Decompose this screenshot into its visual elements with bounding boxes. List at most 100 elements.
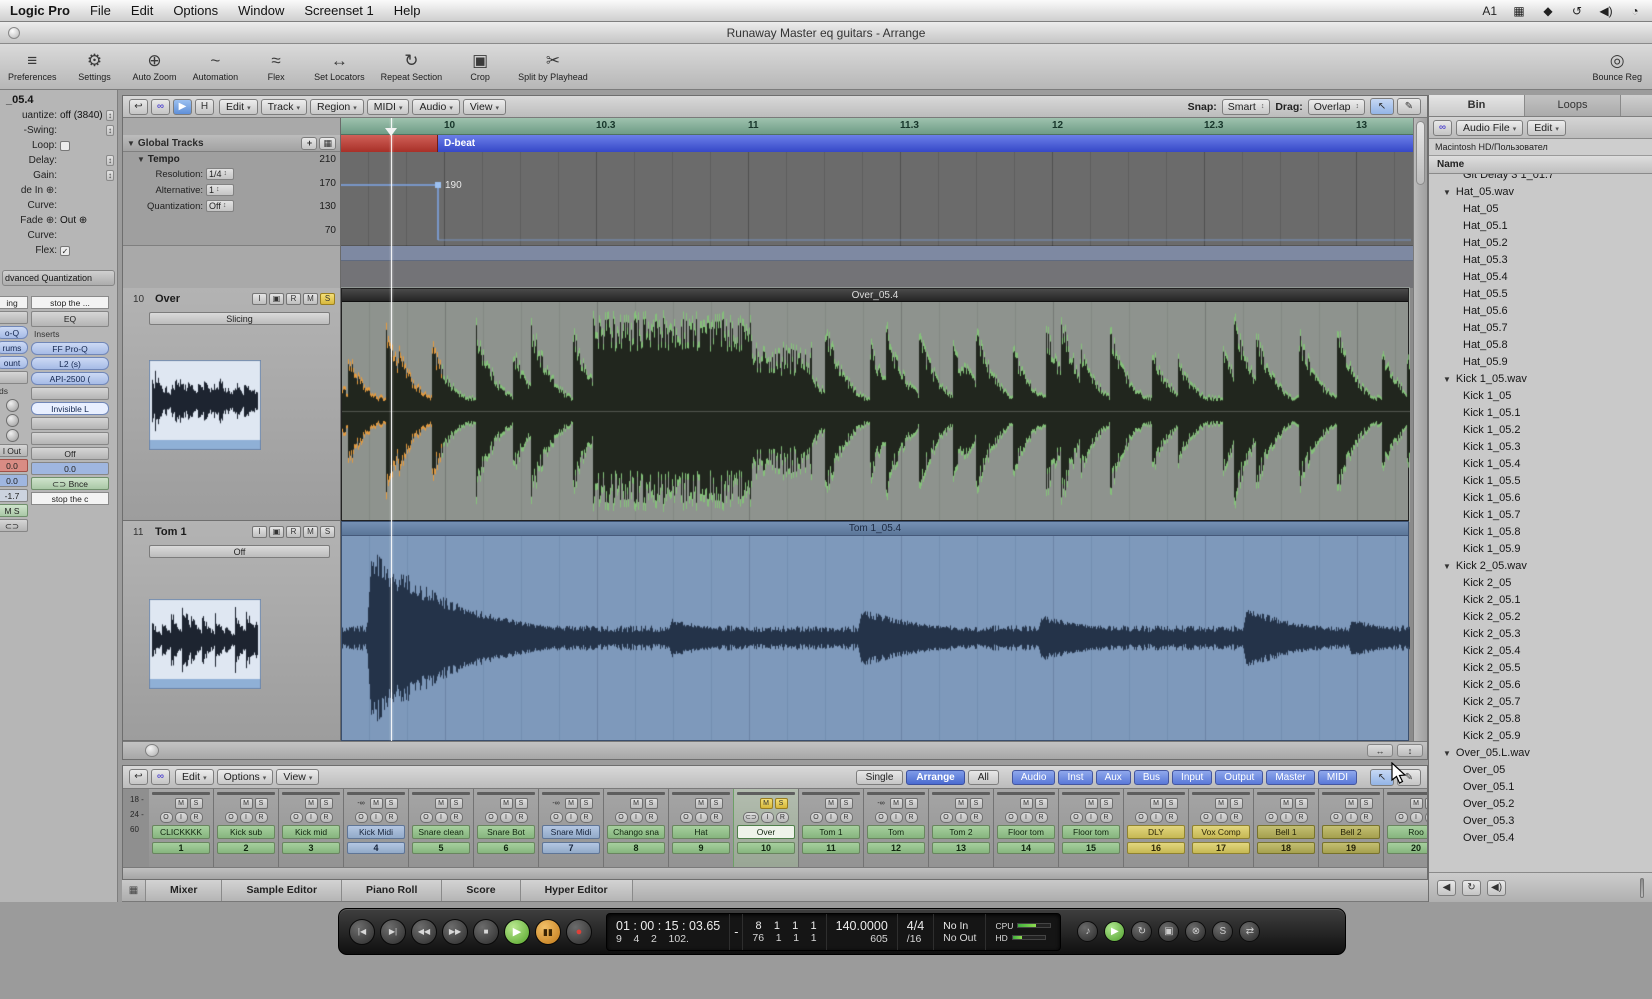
format-button[interactable]: O — [484, 811, 498, 823]
toolbar-button-automation[interactable]: ~ Automation — [193, 51, 239, 82]
go-to-end-button[interactable]: ▶| — [380, 918, 406, 945]
bin-file-row[interactable]: Hat_05.9 — [1429, 354, 1652, 371]
mixer-channel-snare-midi-7[interactable]: -∞ M S O I R Snare Midi 7 — [539, 789, 604, 867]
disclosure-triangle-icon[interactable]: ▼ — [1443, 558, 1451, 575]
window-close-button[interactable] — [8, 27, 20, 39]
bin-file-row[interactable]: Kick 2_05.5 — [1429, 660, 1652, 677]
bin-file-row[interactable]: Hat_05.2 — [1429, 235, 1652, 252]
bin-volume-slider[interactable] — [1640, 877, 1644, 898]
mixer-filter-audio[interactable]: Audio — [1011, 769, 1056, 785]
tempo-track-title[interactable]: ▼ Tempo — [123, 152, 340, 166]
format-button[interactable]: O — [159, 811, 173, 823]
bin-file-row[interactable]: Kick 1_05.7 — [1429, 507, 1652, 524]
input-monitor-button[interactable]: I — [889, 811, 903, 823]
solo-button[interactable]: S — [1164, 797, 1178, 809]
input-monitor-button[interactable]: I — [174, 811, 188, 823]
solo-button[interactable]: S — [1034, 797, 1048, 809]
mute-button[interactable]: M — [1344, 797, 1358, 809]
bin-file-row[interactable]: Kick 1_05.1 — [1429, 405, 1652, 422]
format-button[interactable]: O — [289, 811, 303, 823]
format-button[interactable]: O — [614, 811, 628, 823]
tempo-track-lane[interactable]: 190 — [341, 152, 1413, 246]
record-enable-button[interactable]: R — [579, 811, 593, 823]
flex-mode-select[interactable]: Slicing — [149, 312, 330, 325]
mute-button[interactable]: M — [1019, 797, 1033, 809]
disclosure-triangle-icon[interactable]: ▼ — [1443, 371, 1451, 388]
playhead[interactable] — [391, 118, 392, 741]
strip-m-s[interactable]: M S — [0, 504, 28, 517]
strip-box[interactable] — [0, 311, 28, 324]
tempo-param-value[interactable]: 1 ↕ — [206, 184, 234, 196]
marker-d-beat[interactable]: D-beat — [438, 135, 1413, 152]
record-enable-button[interactable]: R — [709, 811, 723, 823]
bin-file-row[interactable]: ▼ Over_05.L.wav — [1429, 745, 1652, 762]
mute-button[interactable]: M — [1084, 797, 1098, 809]
mute-button[interactable]: M — [1149, 797, 1163, 809]
time-machine-icon[interactable]: ↺ — [1570, 4, 1584, 18]
mixer-channel-kick-sub-2[interactable]: M S O I R Kick sub 2 — [214, 789, 279, 867]
strip-bnce[interactable]: ⊂⊃ Bnce — [31, 477, 109, 490]
record-enable-button[interactable]: R — [904, 811, 918, 823]
mixer-filter-bus[interactable]: Bus — [1133, 769, 1170, 785]
menu-item-file[interactable]: File — [90, 3, 111, 18]
mixer-channel-over-10[interactable]: M S ⊂⊃ I R Over 10 — [733, 789, 800, 867]
toolbar-button-settings[interactable]: ⚙ Settings — [73, 51, 117, 82]
bin-file-row[interactable]: Kick 1_05.4 — [1429, 456, 1652, 473]
bin-file-row[interactable]: ▼ Hat_05.wav — [1429, 184, 1652, 201]
secondary-tool-button[interactable]: ✎ — [1397, 98, 1421, 115]
signature-display[interactable]: 4/4 /16 — [898, 913, 935, 950]
input-monitor-button[interactable]: I — [1149, 811, 1163, 823]
link-icon[interactable]: ∞ — [1433, 119, 1452, 136]
clock-icon[interactable]: ◔ — [1628, 4, 1642, 18]
format-button[interactable]: ⊂⊃ — [743, 811, 759, 823]
input-monitor-button[interactable]: I — [694, 811, 708, 823]
bin-file-row[interactable]: Hat_05.3 — [1429, 252, 1652, 269]
global-tracks-header[interactable]: ▼ Global Tracks + ▦ — [123, 135, 340, 152]
bin-file-row[interactable]: Kick 2_05.2 — [1429, 609, 1652, 626]
format-button[interactable]: O — [1394, 811, 1408, 823]
tab-sample-editor[interactable]: Sample Editor — [222, 880, 343, 901]
disclosure-triangle-icon[interactable]: ▼ — [1443, 184, 1451, 201]
strip-knob[interactable] — [5, 414, 19, 427]
strip-box[interactable] — [31, 432, 109, 445]
record-enable-button[interactable]: R — [384, 811, 398, 823]
mixer-channel-floor-tom-14[interactable]: M S O I R Floor tom 14 — [994, 789, 1059, 867]
bin-file-row[interactable]: Over_05 — [1429, 762, 1652, 779]
bin-file-list[interactable]: Git Delay 3 1_01.7 ▼ Hat_05.wav Hat_05 Hat_0… — [1429, 174, 1652, 872]
mixer-view-single[interactable]: Single — [855, 769, 904, 785]
bin-file-row[interactable]: Kick 2_05.4 — [1429, 643, 1652, 660]
strip-invisible-l[interactable]: Invisible L — [31, 402, 109, 415]
input-monitor-button[interactable]: I — [954, 811, 968, 823]
mixer-view-arrange[interactable]: Arrange — [906, 769, 965, 785]
mixer-scrollbar[interactable] — [123, 867, 1427, 879]
solo-button[interactable]: S — [709, 797, 723, 809]
stepper-icon[interactable]: ↕ — [106, 155, 114, 166]
tab-score[interactable]: Score — [442, 880, 521, 901]
record-button[interactable]: ● — [566, 918, 592, 945]
input-monitor-button[interactable]: I — [760, 811, 774, 823]
flex-mode-select[interactable]: Off — [149, 545, 330, 558]
bin-file-row[interactable]: Hat_05.6 — [1429, 303, 1652, 320]
input-monitor-button[interactable]: I — [369, 811, 383, 823]
mixer-channel-vox-comp-17[interactable]: M S O I R Vox Comp 17 — [1189, 789, 1254, 867]
format-button[interactable]: O — [354, 811, 368, 823]
solo-button[interactable]: S — [969, 797, 983, 809]
input-monitor-button[interactable]: I — [434, 811, 448, 823]
solo-button[interactable]: S — [644, 797, 658, 809]
snap-select[interactable]: Smart ↕ — [1221, 98, 1271, 115]
mute-button[interactable]: M — [239, 797, 253, 809]
solo-button[interactable]: S — [384, 797, 398, 809]
arrange-menu-edit[interactable]: Edit ▾ — [219, 98, 258, 115]
record-enable-button[interactable]: R — [1164, 811, 1178, 823]
strip-eq[interactable]: EQ — [31, 311, 109, 327]
input-monitor-button[interactable]: I — [629, 811, 643, 823]
record-enable-button[interactable]: R — [839, 811, 853, 823]
mixer-channel-bell-2-19[interactable]: M S O I R Bell 2 19 — [1319, 789, 1384, 867]
prev-button-icon[interactable]: ◀ — [1437, 879, 1456, 896]
mixer-channel-snare-bot-6[interactable]: M S O I R Snare Bot 6 — [474, 789, 539, 867]
mixer-view-all[interactable]: All — [967, 769, 999, 785]
play-button[interactable]: ▶ — [504, 918, 530, 945]
back-button[interactable]: ↩ — [129, 98, 148, 115]
drag-select[interactable]: Overlap ↕ — [1307, 98, 1365, 115]
tempo-param-value[interactable]: Off ↕ — [206, 200, 234, 212]
